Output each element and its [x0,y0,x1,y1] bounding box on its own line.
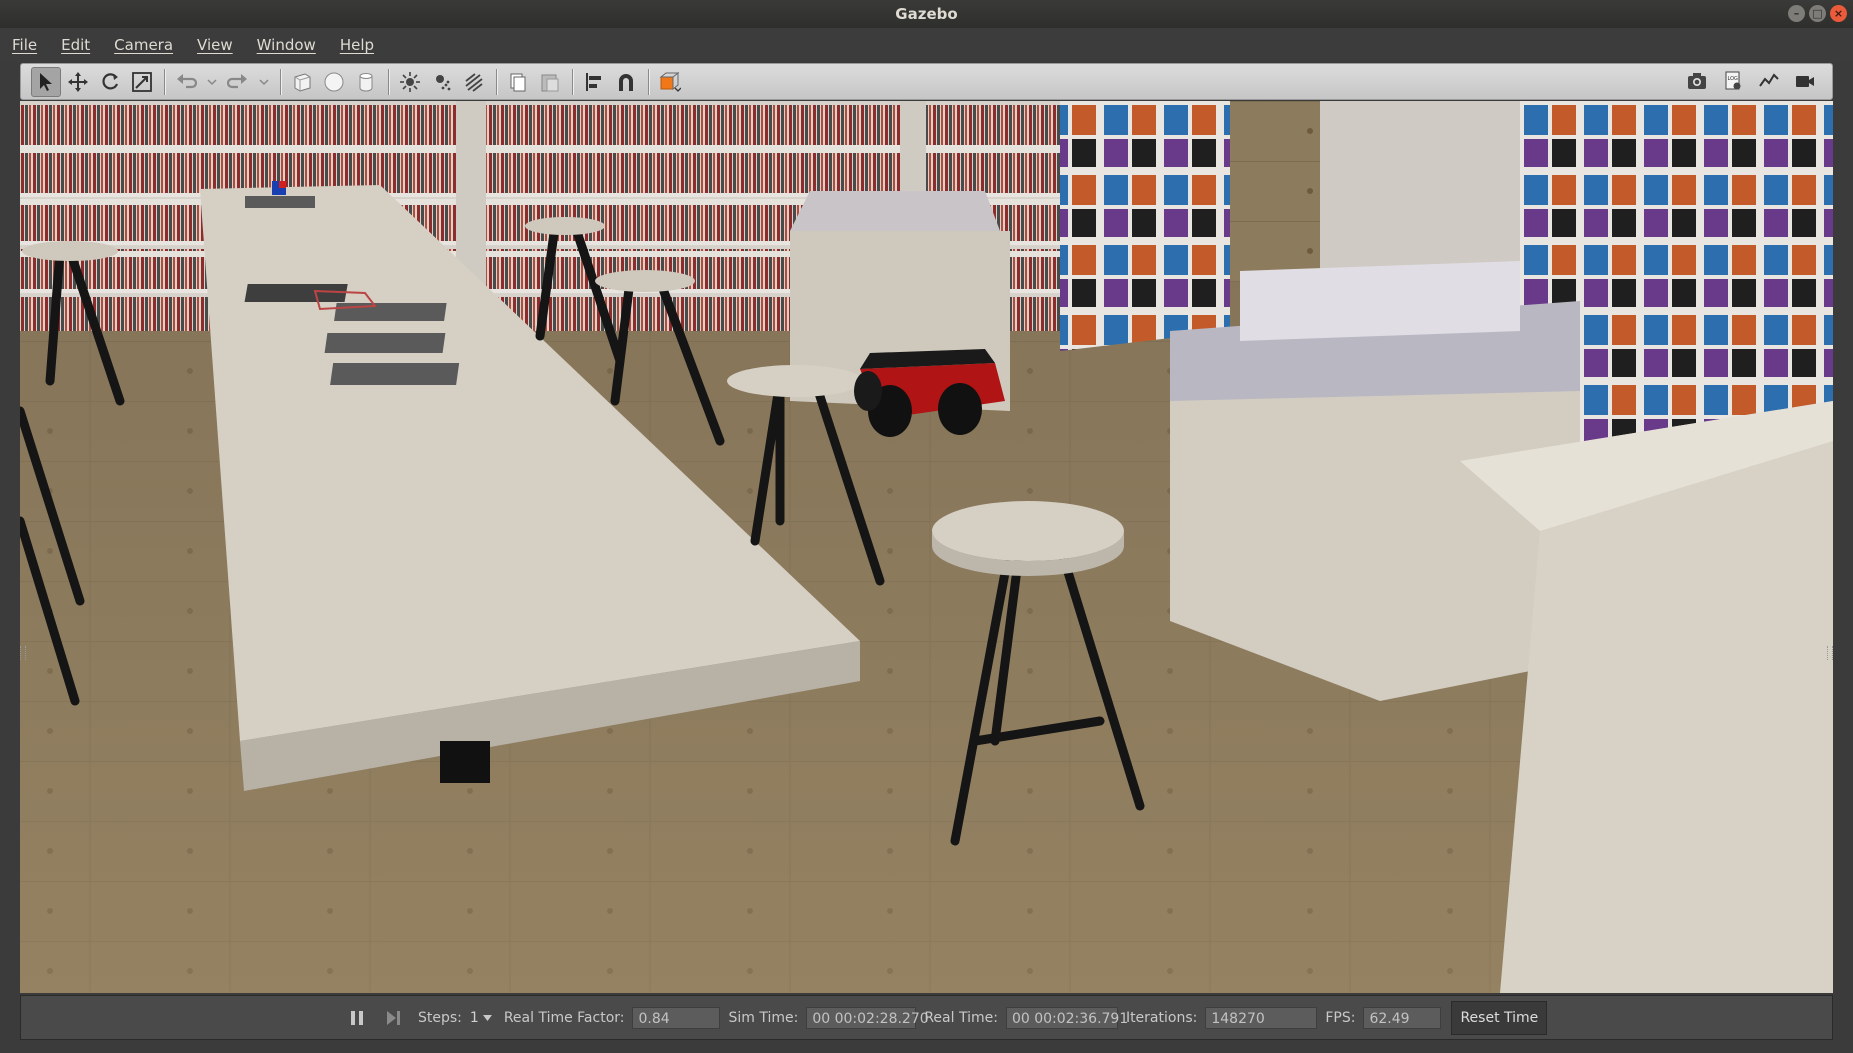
toolbar-separator [648,68,650,95]
iterations-label: Iterations: [1125,1009,1198,1026]
real-time-label: Real Time: [924,1009,998,1026]
fps-label: FPS: [1325,1009,1356,1026]
step-button[interactable] [382,1007,404,1029]
chevron-down-icon [259,78,269,85]
pause-icon [351,1010,363,1025]
toolbar-separator [572,68,574,95]
undo-history-button[interactable] [203,67,221,97]
time-panel: Steps: 1 Real Time Factor: 0.84 Sim Time… [20,995,1833,1040]
point-light-button[interactable] [395,67,425,97]
toolbar-separator [496,68,498,95]
align-icon [586,72,601,91]
rotate-mode-icon [102,72,119,89]
chevron-down-icon [207,78,217,85]
paste-icon [541,74,559,91]
record-video-button[interactable] [1790,66,1820,96]
plot-button[interactable] [1754,66,1784,96]
steps-select[interactable]: 1 [470,1010,492,1026]
scale-mode-icon [132,71,152,92]
menu-camera[interactable]: Camera [102,36,185,54]
iterations-field: 148270 [1205,1006,1318,1029]
log-button[interactable]: LOG [1718,66,1748,96]
sphere-shape-icon [324,72,344,91]
view-angle-icon [659,71,681,92]
menu-view[interactable]: View [185,36,245,54]
screenshot-button[interactable] [1682,66,1712,96]
toolbar-right-group: LOG [1682,66,1822,96]
snap-button[interactable] [611,67,641,97]
redo-history-button[interactable] [255,67,273,97]
menu-window[interactable]: Window [245,36,328,54]
maximize-button[interactable]: □ [1809,5,1826,22]
real-time-field: 00 00:02:36.791 [1005,1006,1128,1029]
undo-icon [177,73,197,88]
sim-time-label: Sim Time: [728,1009,799,1026]
sphere-shape-button[interactable] [319,67,349,97]
snap-icon [619,73,633,91]
undo-button[interactable] [171,67,201,97]
reset-time-button[interactable]: Reset Time [1451,1000,1548,1035]
scene-render [20,101,1833,993]
plot-icon [1759,73,1779,87]
window-title: Gazebo [895,5,958,23]
spot-light-button[interactable] [427,67,457,97]
window-titlebar: Gazebo – □ × [0,0,1853,28]
redo-icon [227,73,247,88]
sim-time-field: 00 00:02:28.270 [806,1006,929,1029]
spot-light-icon [436,74,451,90]
menu-edit[interactable]: Edit [49,36,102,54]
view-angle-button[interactable] [655,67,685,97]
rotate-mode-button[interactable] [95,67,125,97]
rtf-label: Real Time Factor: [503,1009,625,1026]
box-shape-button[interactable] [287,67,317,97]
step-icon [387,1010,400,1025]
toolbar-separator [388,68,390,95]
translate-mode-icon [68,71,88,92]
pause-button[interactable] [346,1007,368,1029]
menu-help[interactable]: Help [328,36,386,54]
menubar: File Edit Camera View Window Help [0,28,1853,62]
menu-file[interactable]: File [0,36,49,54]
align-button[interactable] [579,67,609,97]
close-button[interactable]: × [1830,5,1847,22]
select-mode-button[interactable] [31,66,61,97]
screenshot-icon [1688,73,1706,89]
directional-light-button[interactable] [459,67,489,97]
select-mode-icon [40,72,52,91]
cylinder-shape-button[interactable] [351,67,381,97]
steps-value: 1 [469,1009,479,1026]
toolbar: LOG [20,63,1833,100]
copy-icon [510,73,526,91]
box-shape-icon [294,72,311,92]
right-panel-handle[interactable] [1827,646,1833,660]
toolbar-separator [280,68,282,95]
cylinder-shape-icon [359,72,373,91]
steps-label: Steps: [418,1009,462,1026]
redo-button[interactable] [223,67,253,97]
fps-field: 62.49 [1363,1006,1442,1029]
scale-mode-button[interactable] [127,67,157,97]
toolbar-separator [164,68,166,95]
copy-button[interactable] [503,67,533,97]
3d-viewport[interactable] [20,101,1833,993]
rtf-field: 0.84 [632,1006,721,1029]
paste-button[interactable] [535,67,565,97]
svg-text:LOG: LOG [1728,76,1739,82]
left-panel-handle[interactable] [20,646,26,660]
log-icon: LOG [1725,71,1741,90]
window-controls: – □ × [1788,5,1847,22]
minimize-button[interactable]: – [1788,5,1805,22]
translate-mode-button[interactable] [63,67,93,97]
record-video-icon [1796,76,1814,87]
point-light-icon [400,71,420,92]
chevron-down-icon [482,1014,492,1021]
directional-light-icon [465,72,483,92]
